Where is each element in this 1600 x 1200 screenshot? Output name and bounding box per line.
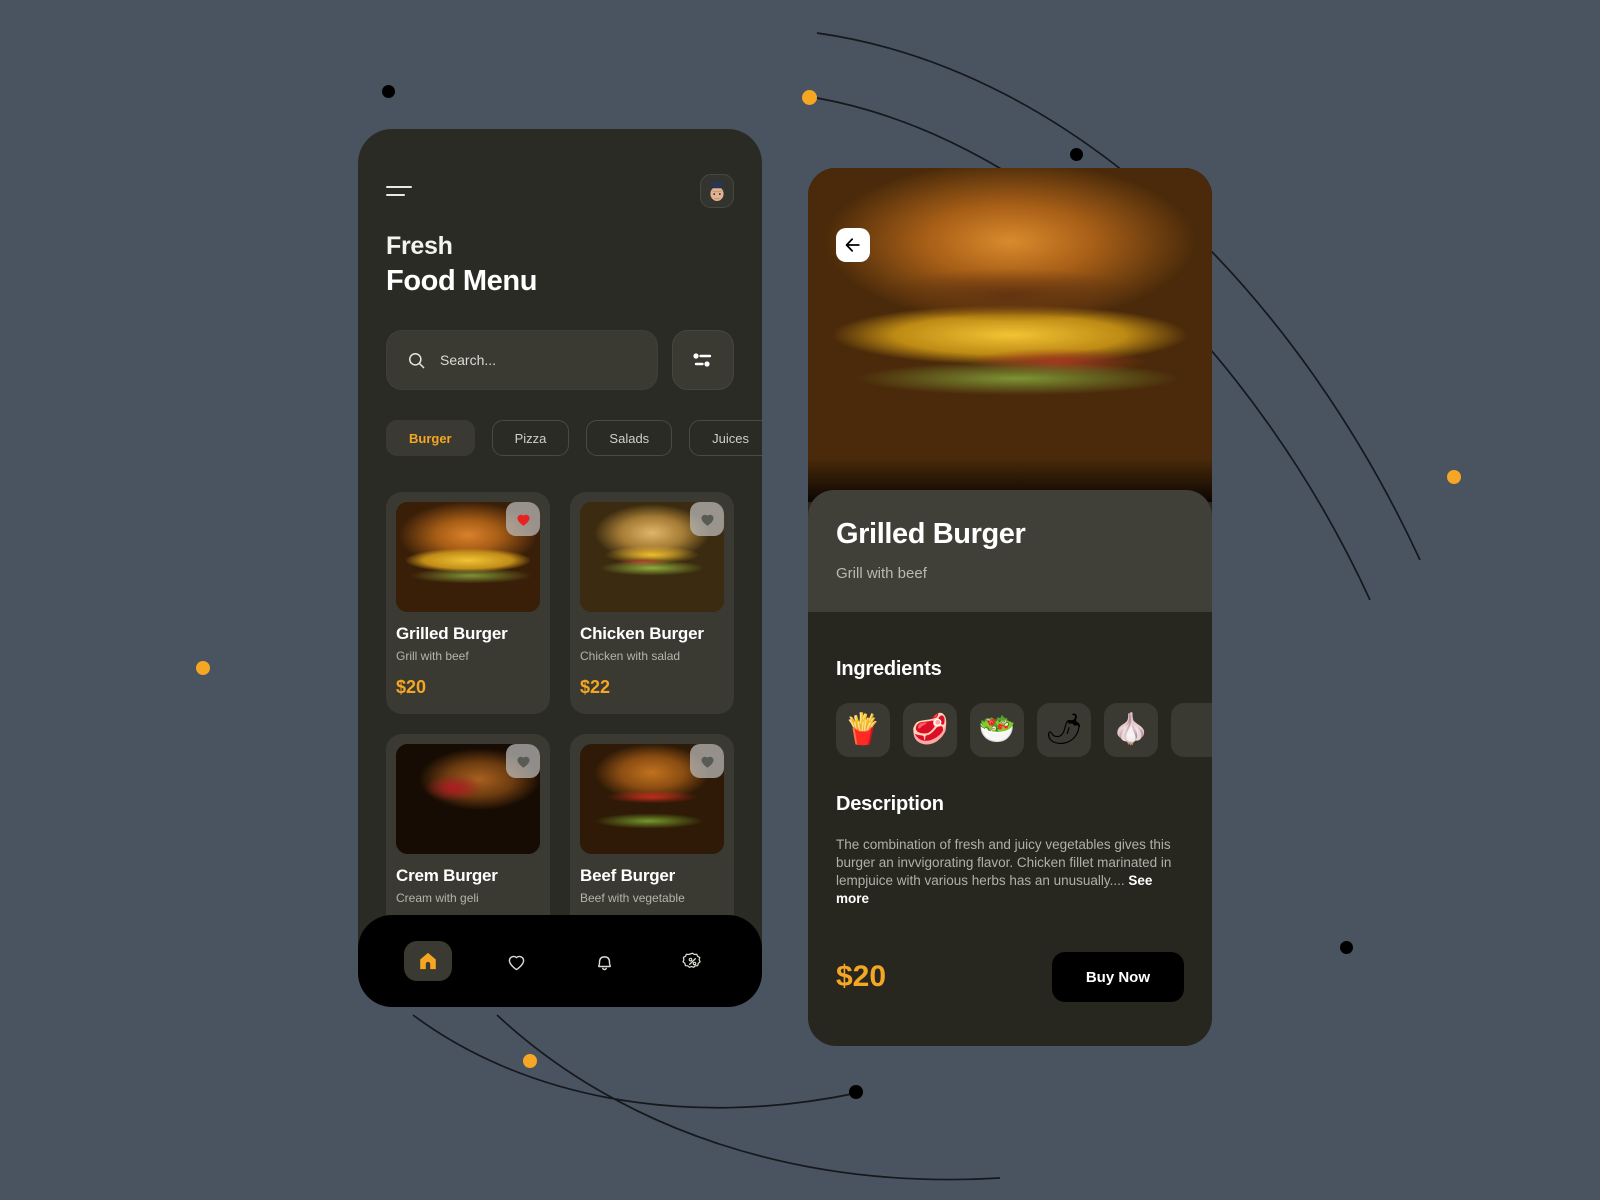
- raw-meat-icon: 🥩: [911, 713, 949, 746]
- product-title: Grilled Burger: [836, 518, 1026, 550]
- bell-icon: [597, 955, 611, 970]
- screenshot-canvas: Fresh Food Menu Bu: [0, 0, 1600, 1200]
- greeting-line2: Food Menu: [386, 265, 538, 297]
- category-chip-pizza[interactable]: Pizza: [491, 420, 570, 456]
- deco-dot-yellow-2: [1447, 470, 1461, 484]
- ingredient-fries[interactable]: 🍟: [836, 703, 890, 757]
- fries-icon: 🍟: [844, 713, 882, 746]
- favorite-button[interactable]: [690, 502, 724, 536]
- deco-dot-black-1: [382, 85, 395, 98]
- heart-outline-icon: [701, 756, 713, 768]
- salad-bowl-icon: 🥗: [978, 713, 1016, 746]
- ingredient-pepper[interactable]: 🌶: [1037, 703, 1091, 757]
- ingredient-meat[interactable]: 🥩: [903, 703, 957, 757]
- page-title: Fresh Food Menu: [358, 232, 762, 298]
- nav-item-notifications[interactable]: [580, 941, 628, 981]
- menu-top-bar: [358, 129, 762, 208]
- chip-label: Pizza: [514, 430, 547, 446]
- home-icon: [420, 952, 436, 970]
- food-thumbnail: [396, 502, 540, 612]
- deco-dot-black-3: [1340, 941, 1353, 954]
- food-price: $20: [396, 677, 427, 697]
- hamburger-icon[interactable]: [386, 186, 412, 196]
- ingredients-heading: Ingredients: [836, 658, 942, 680]
- food-thumbnail: [580, 502, 724, 612]
- heart-outline-icon: [517, 756, 529, 768]
- heart-outline-icon: [701, 514, 713, 526]
- food-desc: Chicken with salad: [580, 649, 681, 663]
- category-chip-juices[interactable]: Juices: [689, 420, 762, 456]
- ingredient-overflow[interactable]: [1171, 703, 1212, 757]
- search-field-wrapper[interactable]: [386, 330, 658, 390]
- search-row: [358, 330, 762, 390]
- description-section: Description The combination of fresh and…: [808, 793, 1212, 908]
- product-price: $20: [836, 960, 887, 993]
- avatar-face-icon: [708, 181, 726, 201]
- food-menu-screen: Fresh Food Menu Bu: [358, 129, 762, 1007]
- hero-image-area: [808, 168, 1212, 502]
- category-chip-list[interactable]: Burger Pizza Salads Juices: [358, 420, 762, 456]
- food-thumbnail: [580, 744, 724, 854]
- filter-button[interactable]: [672, 330, 734, 390]
- food-name: Beef Burger: [580, 866, 676, 885]
- description-heading: Description: [836, 793, 944, 815]
- deco-dot-yellow-1: [802, 90, 817, 105]
- purchase-bar: $20 Buy Now: [808, 952, 1212, 1002]
- product-subtitle: Grill with beef: [836, 565, 927, 582]
- bottom-navigation-bar: [358, 915, 762, 1007]
- food-card-beef-burger[interactable]: Beef Burger Beef with vegetable: [570, 734, 734, 935]
- search-input[interactable]: [440, 352, 637, 368]
- user-avatar[interactable]: [700, 174, 734, 208]
- description-text-block: The combination of fresh and juicy veget…: [836, 836, 1184, 908]
- search-icon: [409, 352, 425, 368]
- deco-dot-black-2: [1070, 148, 1083, 161]
- food-name: Chicken Burger: [580, 624, 704, 643]
- nav-item-home[interactable]: [404, 941, 452, 981]
- food-name: Crem Burger: [396, 866, 498, 885]
- food-card-grilled-burger[interactable]: Grilled Burger Grill with beef $20: [386, 492, 550, 714]
- bell-pepper-icon: 🌶: [1044, 713, 1084, 746]
- deco-dot-yellow-3: [196, 661, 210, 675]
- food-card-grid: Grilled Burger Grill with beef $20 Chick: [358, 492, 762, 935]
- favorite-button[interactable]: [506, 744, 540, 778]
- background-decoration: [412, 32, 1421, 1181]
- product-detail-screen: Grilled Burger Grill with beef Ingredien…: [808, 168, 1212, 1046]
- greeting-line1: Fresh: [386, 232, 453, 260]
- nav-item-favorites[interactable]: [492, 941, 540, 981]
- deco-dot-yellow-4: [523, 1054, 537, 1068]
- ingredient-salad[interactable]: 🥗: [970, 703, 1024, 757]
- category-chip-burger[interactable]: Burger: [386, 420, 475, 456]
- nav-item-offers[interactable]: [668, 941, 716, 981]
- food-desc: Grill with beef: [396, 649, 469, 663]
- chip-label: Juices: [712, 430, 750, 446]
- buy-now-button[interactable]: Buy Now: [1051, 952, 1184, 1002]
- product-title-card: Grilled Burger Grill with beef: [808, 490, 1212, 612]
- ingredients-section: Ingredients 🍟 🥩 🥗 🌶 🧄: [808, 658, 1212, 757]
- onion-garlic-icon: 🧄: [1112, 713, 1150, 746]
- food-thumbnail: [396, 744, 540, 854]
- hero-onion-layer: [808, 168, 1212, 502]
- food-card-chicken-burger[interactable]: Chicken Burger Chicken with salad $22: [570, 492, 734, 714]
- food-name: Grilled Burger: [396, 624, 508, 643]
- heart-icon: [508, 955, 524, 970]
- food-price: $22: [580, 677, 611, 697]
- favorite-button[interactable]: [506, 502, 540, 536]
- ingredient-garlic[interactable]: 🧄: [1104, 703, 1158, 757]
- chip-label: Burger: [409, 430, 452, 446]
- food-card-crem-burger[interactable]: Crem Burger Cream with geli: [386, 734, 550, 935]
- heart-filled-icon: [517, 514, 529, 526]
- food-desc: Beef with vegetable: [580, 891, 685, 905]
- ingredients-list[interactable]: 🍟 🥩 🥗 🌶 🧄: [836, 703, 1212, 757]
- description-body: The combination of fresh and juicy veget…: [836, 837, 1172, 888]
- favorite-button[interactable]: [690, 744, 724, 778]
- food-desc: Cream with geli: [396, 891, 479, 905]
- category-chip-salads[interactable]: Salads: [586, 420, 673, 456]
- arrow-left-icon: [845, 238, 860, 252]
- filter-sliders-icon: [693, 353, 712, 367]
- chip-label: Salads: [609, 430, 650, 446]
- deco-dot-black-4: [849, 1085, 863, 1099]
- back-button[interactable]: [836, 228, 870, 262]
- discount-badge-icon: [681, 952, 701, 968]
